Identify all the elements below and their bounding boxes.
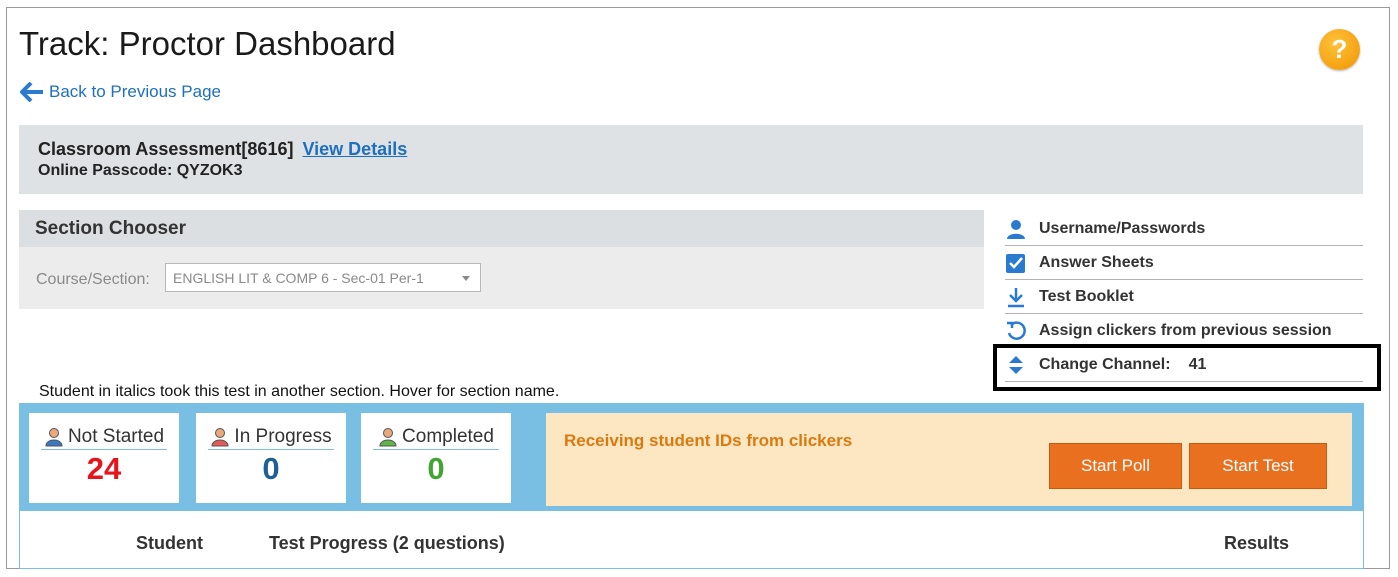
- dropdown-caret-icon: [462, 276, 470, 281]
- person-red-icon: [211, 428, 229, 447]
- completed-label-row: Completed: [361, 424, 511, 450]
- completed-label: Completed: [402, 426, 494, 447]
- in-progress-card: In Progress 0: [196, 413, 346, 503]
- in-progress-label: In Progress: [234, 426, 332, 447]
- section-chooser: Section Chooser Course/Section: ENGLISH …: [19, 210, 984, 309]
- assessment-title-line: Classroom Assessment[8616] View Details: [38, 139, 407, 160]
- assign-clickers-link[interactable]: Assign clickers from previous session: [1005, 314, 1363, 348]
- assign-clickers-label: Assign clickers from previous session: [1039, 321, 1332, 339]
- user-icon: [1007, 219, 1025, 239]
- help-icon[interactable]: ?: [1319, 29, 1360, 70]
- refresh-icon: [1007, 320, 1026, 340]
- online-passcode: Online Passcode: QYZOK3: [38, 162, 243, 179]
- person-green-icon: [379, 428, 397, 447]
- student-table: Student Test Progress (2 questions) Resu…: [19, 511, 1364, 569]
- test-booklet-link[interactable]: Test Booklet: [1005, 280, 1363, 314]
- start-test-button[interactable]: Start Test: [1189, 443, 1327, 489]
- status-panel: Not Started 24 In Progress 0 Completed 0…: [19, 403, 1364, 511]
- in-progress-label-row: In Progress: [196, 424, 346, 450]
- in-progress-count: 0: [262, 451, 280, 486]
- answer-sheets-label: Answer Sheets: [1039, 253, 1154, 271]
- not-started-divider: [41, 449, 167, 450]
- assessment-name: Classroom Assessment[8616]: [38, 139, 294, 159]
- clicker-status-message: Receiving student IDs from clickers: [564, 431, 853, 450]
- back-link[interactable]: Back to Previous Page: [20, 80, 221, 104]
- download-icon: [1008, 287, 1024, 307]
- column-header-student[interactable]: Student: [136, 533, 203, 554]
- checkbox-icon: [1006, 253, 1025, 273]
- assessment-header: Classroom Assessment[8616] View Details …: [19, 125, 1363, 194]
- test-booklet-label: Test Booklet: [1039, 287, 1134, 305]
- in-progress-divider: [208, 449, 334, 450]
- course-section-select[interactable]: ENGLISH LIT & COMP 6 - Sec-01 Per-1: [165, 263, 481, 292]
- course-section-label: Course/Section:: [36, 271, 150, 288]
- completed-card: Completed 0: [361, 413, 511, 503]
- back-link-label: Back to Previous Page: [49, 82, 221, 101]
- not-started-card: Not Started 24: [29, 413, 179, 503]
- username-passwords-link[interactable]: Username/Passwords: [1005, 212, 1363, 246]
- arrow-left-icon: [20, 82, 43, 102]
- person-blue-icon: [45, 428, 63, 447]
- answer-sheets-link[interactable]: Answer Sheets: [1005, 246, 1363, 280]
- course-section-value: ENGLISH LIT & COMP 6 - Sec-01 Per-1: [173, 270, 424, 286]
- completed-divider: [373, 449, 499, 450]
- username-passwords-label: Username/Passwords: [1039, 219, 1206, 237]
- not-started-label-row: Not Started: [29, 424, 179, 450]
- view-details-link[interactable]: View Details: [302, 139, 407, 159]
- start-poll-button[interactable]: Start Poll: [1049, 443, 1182, 489]
- completed-count: 0: [427, 451, 445, 486]
- change-channel-highlight: [993, 344, 1381, 391]
- column-header-results[interactable]: Results: [1224, 533, 1289, 554]
- section-chooser-title: Section Chooser: [35, 218, 186, 239]
- not-started-count: 24: [86, 451, 122, 486]
- italics-note: Student in italics took this test in ano…: [39, 383, 560, 400]
- section-chooser-header: Section Chooser: [19, 210, 984, 247]
- clicker-status-box: Receiving student IDs from clickers Star…: [546, 413, 1352, 506]
- not-started-label: Not Started: [67, 426, 165, 447]
- column-header-test-progress[interactable]: Test Progress (2 questions): [269, 533, 505, 554]
- page-title: Track: Proctor Dashboard: [19, 25, 396, 62]
